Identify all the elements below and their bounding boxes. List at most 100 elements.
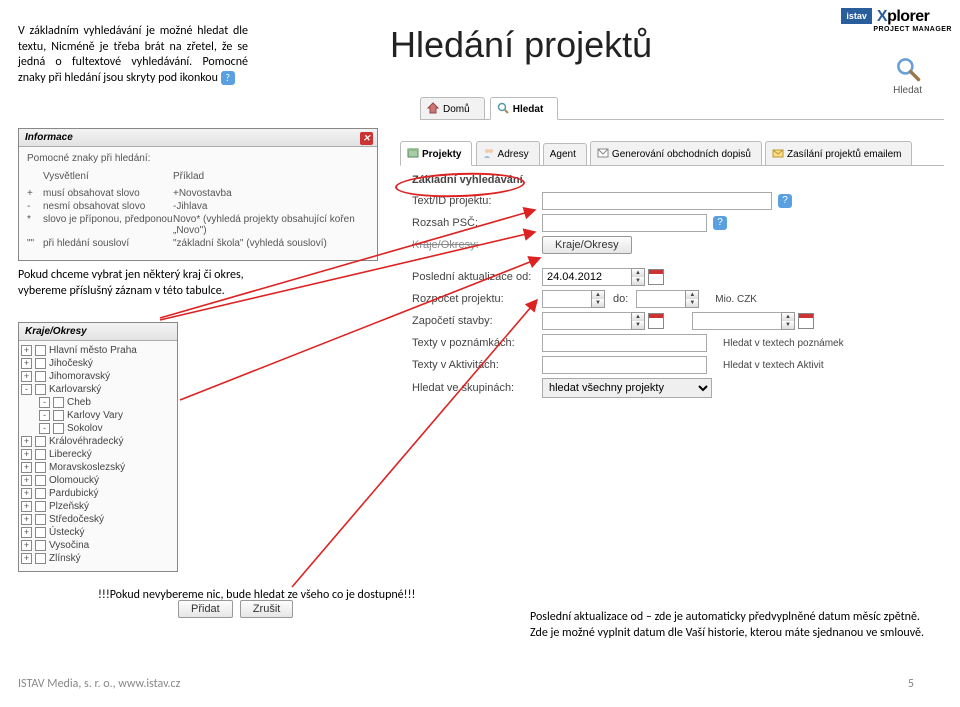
- input-text-id[interactable]: [542, 192, 772, 210]
- tree-checkbox[interactable]: [35, 488, 46, 499]
- tree-checkbox[interactable]: [35, 384, 46, 395]
- input-zapoceti-od[interactable]: [542, 312, 632, 330]
- tab-adresy[interactable]: Adresy: [476, 141, 540, 165]
- tree-expand-icon[interactable]: +: [21, 527, 32, 538]
- tree-checkbox[interactable]: [53, 397, 64, 408]
- tree-label: Sokolov: [67, 422, 103, 435]
- tree-expand-icon[interactable]: +: [21, 501, 32, 512]
- date-spinner[interactable]: ▲▼: [631, 268, 645, 286]
- tree-expand-icon[interactable]: -: [21, 384, 32, 395]
- label-texty-poznamky: Texty v poznámkách:: [412, 337, 542, 349]
- tree-checkbox[interactable]: [53, 423, 64, 434]
- input-texty-aktivity[interactable]: [542, 356, 707, 374]
- tree-checkbox[interactable]: [35, 436, 46, 447]
- tree-checkbox[interactable]: [35, 501, 46, 512]
- tree-item[interactable]: - Sokolov: [21, 422, 175, 435]
- input-posledni-akt[interactable]: [542, 268, 632, 286]
- btn-kraje-okresy[interactable]: Kraje/Okresy: [542, 236, 632, 254]
- info-panel-close[interactable]: ✕: [360, 132, 373, 145]
- tab-generovani[interactable]: Generování obchodních dopisů: [590, 141, 762, 165]
- calendar-icon[interactable]: [798, 313, 814, 329]
- tree-expand-icon[interactable]: +: [21, 475, 32, 486]
- label-skupiny: Hledat ve skupinách:: [412, 382, 542, 394]
- help-icon[interactable]: ?: [713, 216, 727, 230]
- product-logo: istav Xplorer PROJECT MANAGER: [841, 8, 952, 33]
- info-text: při hledání sousloví: [43, 238, 173, 249]
- tree-expand-icon[interactable]: +: [21, 462, 32, 473]
- tree-checkbox[interactable]: [35, 462, 46, 473]
- tree-checkbox[interactable]: [35, 358, 46, 369]
- tab-domu[interactable]: Domů: [420, 97, 485, 119]
- tree-expand-icon[interactable]: +: [21, 514, 32, 525]
- calendar-icon[interactable]: [648, 269, 664, 285]
- tree-item[interactable]: +Olomoucký: [21, 474, 175, 487]
- label-zapoceti: Započetí stavby:: [412, 315, 542, 327]
- tab-hledat[interactable]: Hledat: [490, 97, 559, 120]
- note-aktivity: Hledat v textech Aktivit: [723, 360, 824, 371]
- help-icon[interactable]: ?: [778, 194, 792, 208]
- tree-checkbox[interactable]: [35, 514, 46, 525]
- tree-item[interactable]: +Jihomoravský: [21, 370, 175, 383]
- date-spinner[interactable]: ▲▼: [631, 312, 645, 330]
- tree-item[interactable]: + Jihočeský: [21, 357, 175, 370]
- tree-expand-icon[interactable]: +: [21, 540, 32, 551]
- tree-expand-icon[interactable]: +: [21, 436, 32, 447]
- help-icon: ?: [221, 71, 235, 85]
- tree-item[interactable]: +Plzeňský: [21, 500, 175, 513]
- tree-checkbox[interactable]: [53, 410, 64, 421]
- search-form: Projekty Adresy Agent Generování obchodn…: [400, 140, 944, 400]
- tree-item[interactable]: +Královéhradecký: [21, 435, 175, 448]
- date-spinner[interactable]: ▲▼: [781, 312, 795, 330]
- tab-zasilani[interactable]: Zasílání projektů emailem: [765, 141, 913, 165]
- tree-label: Cheb: [67, 396, 91, 409]
- tab-agent[interactable]: Agent: [543, 143, 587, 165]
- tree-item[interactable]: +Hlavní město Praha: [21, 344, 175, 357]
- label-texty-aktivity: Texty v Aktivitách:: [412, 359, 542, 371]
- tree-checkbox[interactable]: [35, 345, 46, 356]
- info-sym: "": [27, 238, 43, 249]
- tree-item[interactable]: +Zlínský: [21, 552, 175, 565]
- number-spinner[interactable]: ▲▼: [591, 290, 605, 308]
- tab-projekty[interactable]: Projekty: [400, 141, 472, 166]
- tree-label: Karlovy Vary: [67, 409, 123, 422]
- tree-checkbox[interactable]: [35, 371, 46, 382]
- tree-checkbox[interactable]: [35, 449, 46, 460]
- input-rozpocet-do[interactable]: [636, 290, 686, 308]
- tree-expand-icon[interactable]: +: [21, 449, 32, 460]
- tree-checkbox[interactable]: [35, 553, 46, 564]
- tree-checkbox[interactable]: [35, 475, 46, 486]
- tree-expand-icon[interactable]: -: [39, 397, 50, 408]
- tree-item[interactable]: +Vysočina: [21, 539, 175, 552]
- input-rozpocet-od[interactable]: [542, 290, 592, 308]
- tree-item[interactable]: - Karlovy Vary: [21, 409, 175, 422]
- tree-expand-icon[interactable]: -: [39, 410, 50, 421]
- tree-label: Jihočeský: [49, 357, 93, 370]
- tree-item[interactable]: +Ústecký: [21, 526, 175, 539]
- tree-expand-icon[interactable]: +: [21, 553, 32, 564]
- info-example: Novo* (vyhledá projekty obsahující kořen…: [173, 214, 369, 236]
- number-spinner[interactable]: ▲▼: [685, 290, 699, 308]
- tree-expand-icon[interactable]: -: [39, 423, 50, 434]
- btn-pridat[interactable]: Přidat: [178, 600, 233, 618]
- tree-item[interactable]: -Karlovarský: [21, 383, 175, 396]
- tree-checkbox[interactable]: [35, 540, 46, 551]
- tree-item[interactable]: +Moravskoslezský: [21, 461, 175, 474]
- tree-expand-icon[interactable]: +: [21, 371, 32, 382]
- tree-item[interactable]: +Liberecký: [21, 448, 175, 461]
- tree-item[interactable]: +Pardubický: [21, 487, 175, 500]
- tree-expand-icon[interactable]: +: [21, 488, 32, 499]
- tree-item[interactable]: +Středočeský: [21, 513, 175, 526]
- tree-expand-icon[interactable]: +: [21, 358, 32, 369]
- select-skupiny[interactable]: hledat všechny projekty: [542, 378, 712, 398]
- doc-bottom-note: Poslední aktualizace od – zde je automat…: [530, 610, 930, 641]
- input-zapoceti-do[interactable]: [692, 312, 782, 330]
- inner-tabs: Projekty Adresy Agent Generování obchodn…: [400, 140, 944, 166]
- tree-expand-icon[interactable]: +: [21, 345, 32, 356]
- btn-zrusit[interactable]: Zrušit: [240, 600, 294, 618]
- tree-item[interactable]: - Cheb: [21, 396, 175, 409]
- input-rozsah-psc[interactable]: [542, 214, 707, 232]
- input-texty-poznamky[interactable]: [542, 334, 707, 352]
- calendar-icon[interactable]: [648, 313, 664, 329]
- tree-checkbox[interactable]: [35, 527, 46, 538]
- quick-search[interactable]: Hledat: [893, 55, 922, 96]
